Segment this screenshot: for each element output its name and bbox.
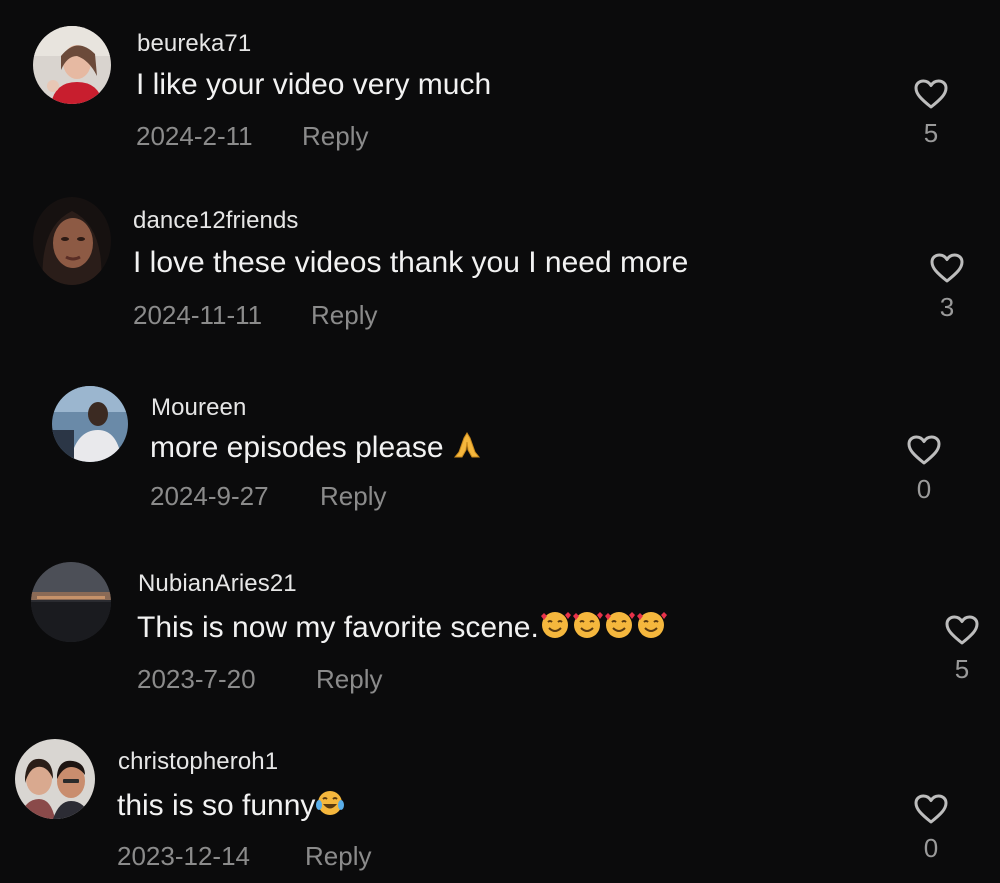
avatar[interactable] — [31, 562, 111, 642]
reply-button[interactable]: Reply — [305, 841, 371, 872]
comment-text-body: I like your video very much — [136, 68, 492, 101]
reply-button[interactable]: Reply — [311, 300, 377, 331]
like-button[interactable]: 3 — [923, 252, 971, 323]
comment-date: 2024-11-11 — [133, 300, 263, 330]
comment-text-body: this is so funny — [117, 789, 316, 822]
smiling-face-with-hearts-emoji — [571, 610, 603, 648]
heart-outline-icon — [945, 615, 979, 645]
heart-outline-icon — [914, 79, 948, 109]
like-count: 3 — [939, 292, 955, 322]
username[interactable]: NubianAries21 — [138, 570, 297, 598]
username[interactable]: beureka71 — [137, 30, 251, 58]
like-count: 5 — [923, 118, 939, 148]
avatar[interactable] — [52, 386, 128, 462]
like-count: 0 — [916, 474, 932, 504]
like-button[interactable]: 0 — [907, 793, 955, 864]
heart-outline-icon — [930, 253, 964, 283]
reply-button[interactable]: Reply — [316, 664, 382, 695]
reply-button[interactable]: Reply — [320, 481, 386, 512]
folded-hands-emoji — [452, 430, 482, 468]
comment-date: 2023-7-20 — [137, 664, 256, 694]
username[interactable]: dance12friends — [133, 207, 299, 235]
smiling-face-with-hearts-emoji — [603, 610, 635, 648]
avatar[interactable] — [15, 739, 95, 819]
comment-text: This is now my favorite scene. — [137, 610, 667, 648]
comment-text: I love these videos thank you I need mor… — [133, 246, 688, 280]
tears-of-joy-emoji — [315, 788, 345, 826]
like-button[interactable]: 5 — [938, 614, 986, 685]
smiling-face-with-hearts-emoji — [539, 610, 571, 648]
username[interactable]: christopheroh1 — [118, 748, 278, 776]
comment-text: more episodes please — [150, 430, 482, 468]
comment-date: 2023-12-14 — [117, 841, 250, 871]
comment-text: this is so funny — [117, 788, 345, 826]
comment-text: I like your video very much — [136, 68, 491, 102]
comment-text-body: I love these videos thank you I need mor… — [133, 246, 689, 279]
comment-date: 2024-9-27 — [150, 481, 269, 511]
avatar[interactable] — [33, 26, 111, 104]
like-count: 5 — [954, 654, 970, 684]
heart-outline-icon — [914, 794, 948, 824]
comment-text-body: more episodes please — [150, 431, 452, 464]
heart-outline-icon — [907, 435, 941, 465]
reply-button[interactable]: Reply — [302, 121, 368, 152]
like-button[interactable]: 0 — [900, 434, 948, 505]
like-count: 0 — [923, 833, 939, 863]
comment-text-body: This is now my favorite scene. — [137, 611, 539, 644]
avatar[interactable] — [33, 197, 111, 285]
like-button[interactable]: 5 — [907, 78, 955, 149]
username[interactable]: Moureen — [151, 394, 246, 422]
comment-date: 2024-2-11 — [136, 121, 253, 151]
smiling-face-with-hearts-emoji — [635, 610, 667, 648]
